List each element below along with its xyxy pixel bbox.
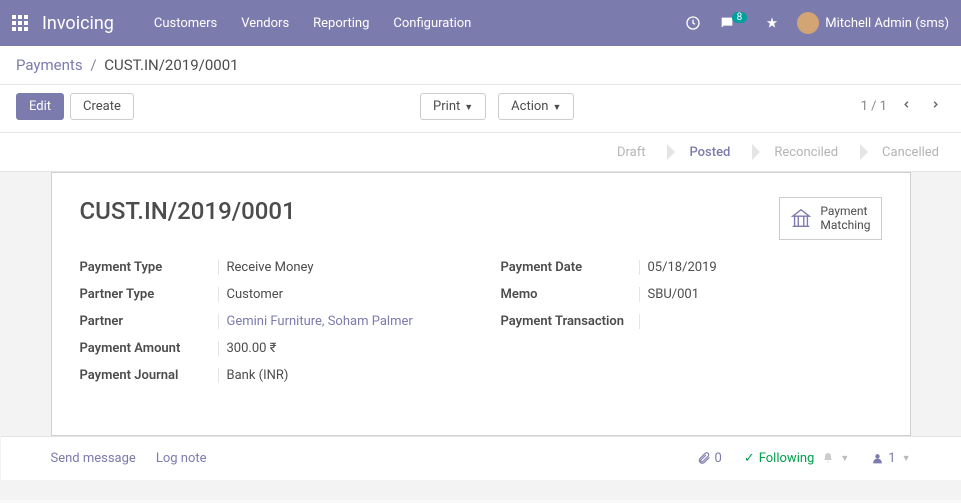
status-reconciled[interactable]: Reconciled: [752, 133, 860, 171]
app-name[interactable]: Invoicing: [42, 13, 114, 34]
log-note-link[interactable]: Log note: [156, 451, 207, 466]
print-label: Print: [433, 99, 460, 114]
field-partner: PartnerGemini Furniture, Soham Palmer: [80, 314, 461, 329]
breadcrumb-sep: /: [90, 56, 96, 74]
status-draft[interactable]: Draft: [595, 133, 668, 171]
check-icon: ✓: [744, 451, 755, 466]
field-memo: MemoSBU/001: [501, 287, 882, 302]
chat-badge: 8: [732, 12, 748, 23]
pager-range: 1 / 1: [861, 99, 887, 114]
page-title: CUST.IN/2019/0001: [80, 197, 780, 225]
person-icon: [871, 452, 884, 465]
follower-count: 1: [888, 451, 895, 466]
field-payment-transaction: Payment Transaction: [501, 314, 882, 329]
top-nav: Invoicing Customers Vendors Reporting Co…: [0, 0, 961, 46]
sheet-wrap: CUST.IN/2019/0001 Payment Matching Payme…: [0, 172, 961, 500]
form-sheet: CUST.IN/2019/0001 Payment Matching Payme…: [51, 172, 911, 436]
user-menu[interactable]: Mitchell Admin (sms): [797, 12, 949, 34]
chat-icon[interactable]: 8: [719, 15, 748, 31]
fields-grid: Payment TypeReceive Money Partner TypeCu…: [80, 260, 882, 395]
field-payment-journal: Payment JournalBank (INR): [80, 368, 461, 383]
breadcrumb-root[interactable]: Payments: [16, 56, 83, 74]
breadcrumb-bar: Payments / CUST.IN/2019/0001: [0, 46, 961, 85]
nav-customers[interactable]: Customers: [154, 16, 217, 31]
attach-count: 0: [715, 451, 722, 466]
nav-configuration[interactable]: Configuration: [393, 16, 471, 31]
activity-icon[interactable]: [765, 16, 779, 30]
stat-line2: Matching: [820, 218, 870, 232]
following-label: Following: [759, 451, 815, 466]
payment-matching-button[interactable]: Payment Matching: [779, 197, 881, 240]
breadcrumb: Payments / CUST.IN/2019/0001: [16, 56, 239, 74]
edit-button[interactable]: Edit: [16, 93, 64, 120]
user-name: Mitchell Admin (sms): [825, 16, 949, 31]
nav-menu: Customers Vendors Reporting Configuratio…: [154, 16, 685, 31]
pager-prev[interactable]: [897, 95, 916, 118]
right-col: Payment Date05/18/2019 MemoSBU/001 Payme…: [501, 260, 882, 395]
field-payment-type: Payment TypeReceive Money: [80, 260, 461, 275]
status-posted[interactable]: Posted: [667, 133, 752, 171]
caret-down-icon: ▼: [902, 453, 911, 464]
action-button[interactable]: Action ▼: [498, 93, 574, 120]
followers[interactable]: 1 ▼: [871, 451, 910, 466]
action-label: Action: [511, 99, 548, 114]
following-button[interactable]: ✓ Following ▼: [744, 451, 849, 466]
chatter: Send message Log note 0 ✓ Following ▼ 1 …: [1, 436, 961, 480]
nav-reporting[interactable]: Reporting: [313, 16, 369, 31]
bell-icon: [822, 452, 834, 464]
caret-down-icon: ▼: [464, 103, 473, 113]
avatar-icon: [797, 12, 819, 34]
caret-down-icon: ▼: [840, 453, 849, 464]
stat-line1: Payment: [820, 204, 870, 218]
breadcrumb-current: CUST.IN/2019/0001: [104, 56, 238, 74]
pager: 1 / 1: [861, 95, 945, 118]
clock-icon[interactable]: [685, 15, 701, 31]
action-bar: Edit Create Print ▼ Action ▼ 1 / 1: [0, 85, 961, 132]
print-button[interactable]: Print ▼: [420, 93, 486, 120]
nav-right: 8 Mitchell Admin (sms): [685, 12, 949, 34]
apps-icon[interactable]: [12, 15, 28, 31]
field-payment-amount: Payment Amount300.00 ₹: [80, 341, 461, 356]
status-bar: Draft Posted Reconciled Cancelled: [0, 132, 961, 172]
left-col: Payment TypeReceive Money Partner TypeCu…: [80, 260, 461, 395]
field-payment-date: Payment Date05/18/2019: [501, 260, 882, 275]
pager-next[interactable]: [926, 95, 945, 118]
send-message-link[interactable]: Send message: [51, 451, 136, 466]
caret-down-icon: ▼: [552, 103, 561, 113]
paperclip-icon: [697, 451, 711, 465]
field-partner-type: Partner TypeCustomer: [80, 287, 461, 302]
status-cancelled[interactable]: Cancelled: [860, 133, 961, 171]
attachments[interactable]: 0: [697, 451, 722, 466]
create-button[interactable]: Create: [70, 93, 134, 120]
nav-vendors[interactable]: Vendors: [241, 16, 289, 31]
bank-icon: [790, 207, 812, 229]
